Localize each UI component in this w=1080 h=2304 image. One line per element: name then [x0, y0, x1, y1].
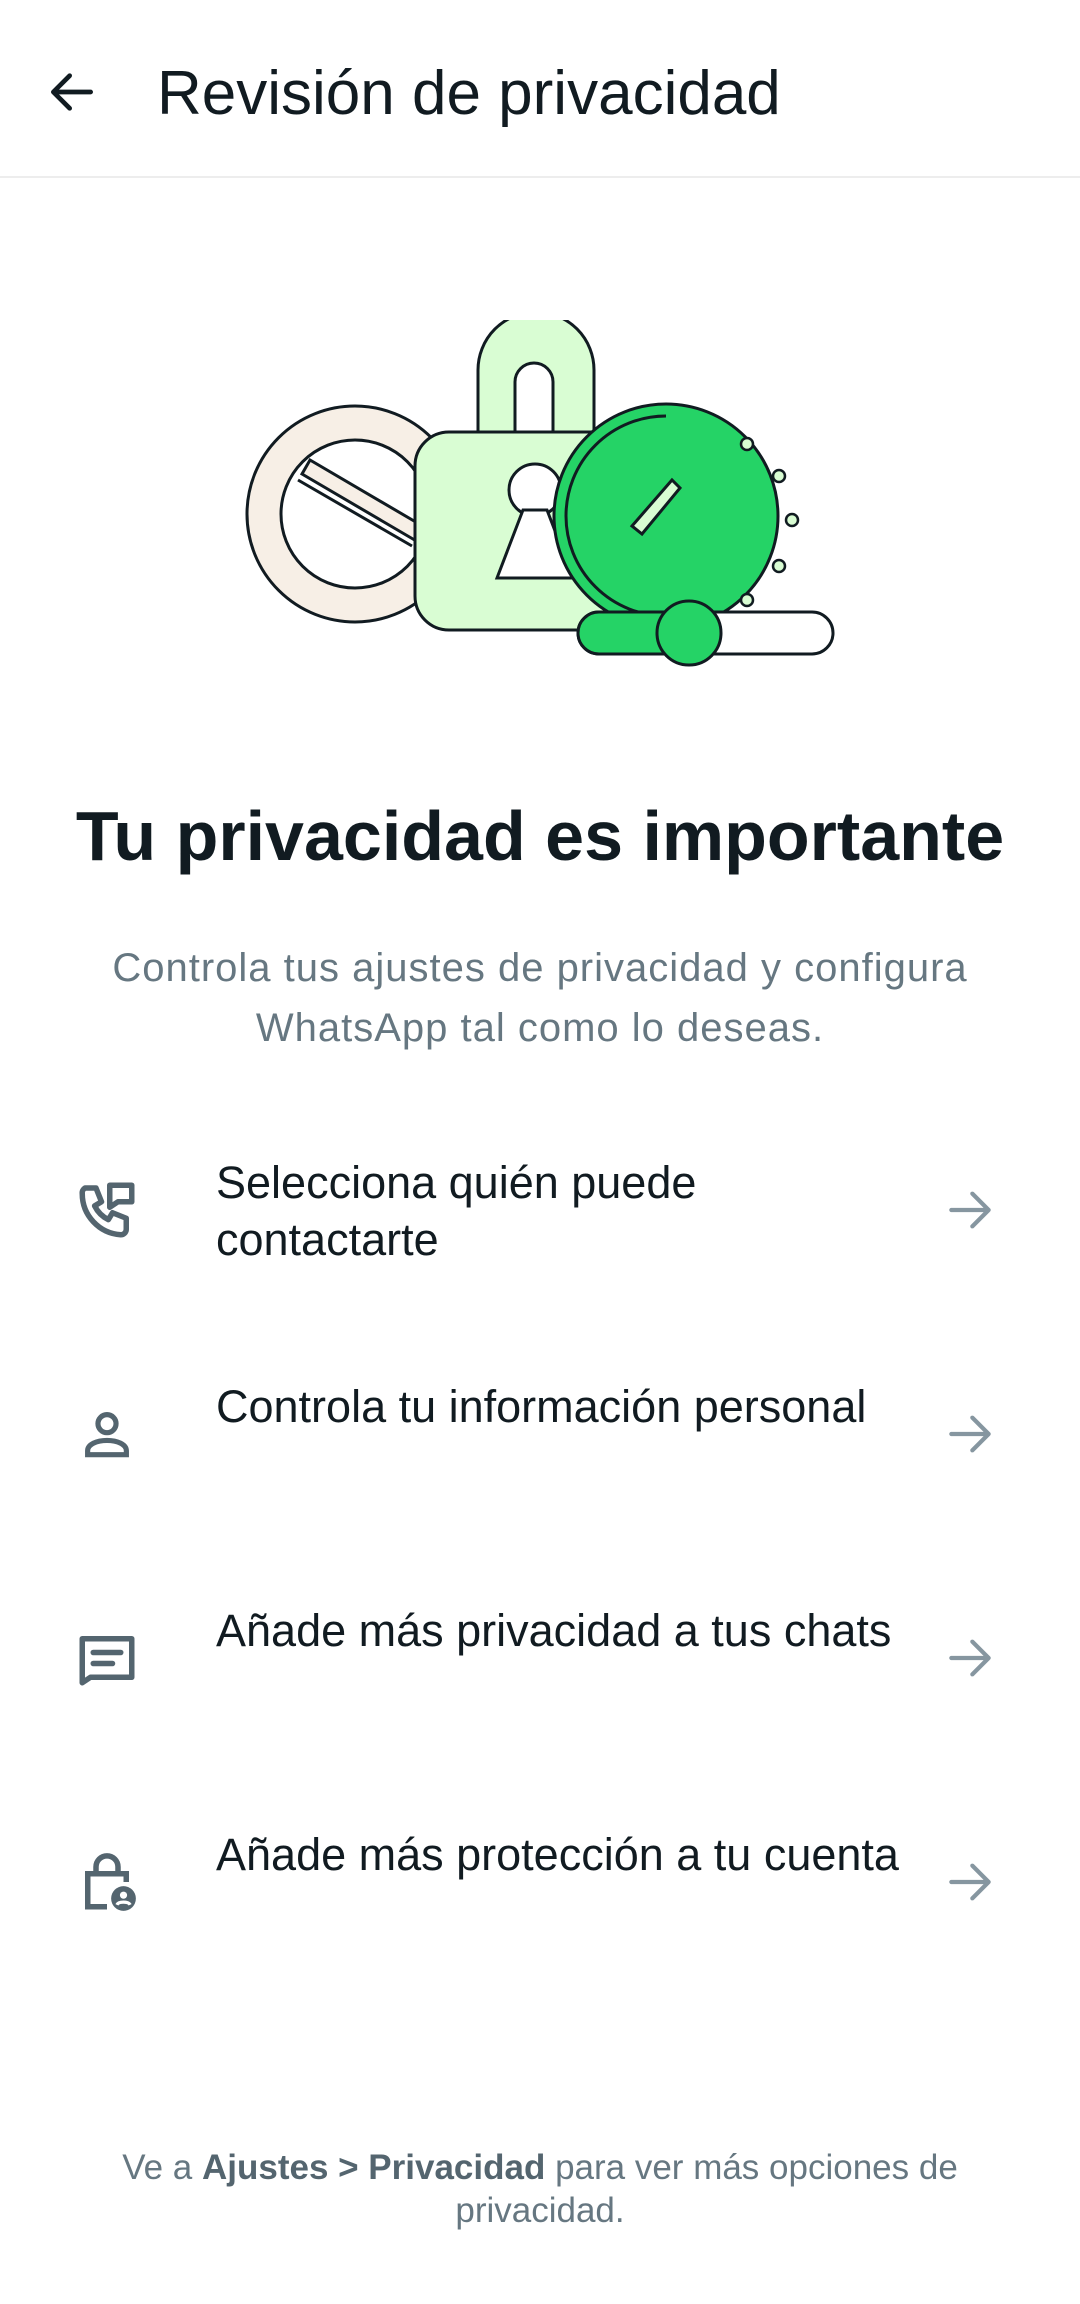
option-label: Controla tu información personal [216, 1381, 867, 1432]
subtitle: Controla tus ajustes de privacidad y con… [112, 946, 968, 1050]
option-personal-info[interactable]: Controla tu información personal [0, 1324, 1080, 1544]
settings-privacy-link[interactable]: Ajustes > Privacidad [202, 2148, 545, 2187]
arrow-right-icon [940, 1404, 1000, 1464]
phone-chat-icon [72, 1175, 142, 1245]
option-label: Selecciona quién puede contactarte [216, 1157, 697, 1265]
option-chat-privacy[interactable]: Añade más privacidad a tus chats [0, 1548, 1080, 1768]
lock-account-icon [72, 1847, 142, 1917]
dial-icon [552, 402, 800, 630]
option-label: Añade más protección a tu cuenta [216, 1829, 899, 1880]
arrow-left-icon [51, 73, 93, 111]
privacy-illustration [245, 320, 835, 667]
headline: Tu privacidad es importante [75, 797, 1005, 875]
arrow-right-icon [940, 1180, 1000, 1240]
top-app-bar: Revisión de privacidad [0, 0, 1080, 178]
slider-icon [576, 599, 835, 667]
arrow-right-icon [940, 1852, 1000, 1912]
option-account-protection[interactable]: Añade más protección a tu cuenta [0, 1772, 1080, 1992]
back-button[interactable] [40, 60, 104, 124]
arrow-right-icon [940, 1628, 1000, 1688]
option-label: Añade más privacidad a tus chats [216, 1605, 892, 1656]
person-icon [72, 1399, 142, 1469]
footer-prefix: Ve a [122, 2148, 202, 2187]
page-title: Revisión de privacidad [157, 59, 781, 128]
chat-message-icon [72, 1623, 142, 1693]
option-contact[interactable]: Selecciona quién puede contactarte [0, 1100, 1080, 1320]
footer-note: Ve a Ajustes > Privacidad para ver más o… [90, 2146, 990, 2232]
